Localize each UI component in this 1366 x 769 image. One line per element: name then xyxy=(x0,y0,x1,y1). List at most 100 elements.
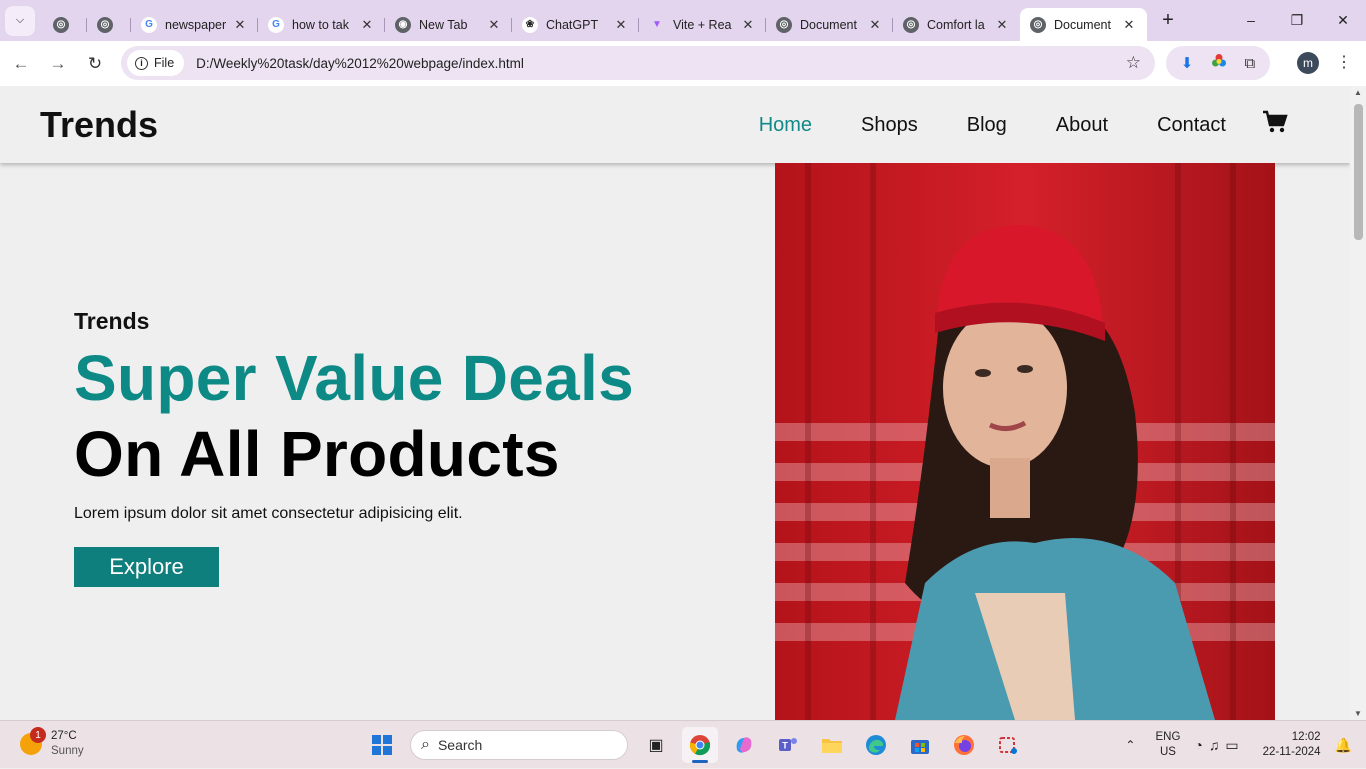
hero-headline-accent: Super Value Deals xyxy=(74,342,635,414)
close-tab-icon[interactable]: ✕ xyxy=(740,17,756,33)
close-tab-icon[interactable]: ✕ xyxy=(994,17,1010,33)
globe-icon: ◎ xyxy=(903,16,919,33)
forward-button[interactable]: → xyxy=(42,48,74,80)
browser-tab[interactable]: ❀ ChatGPT ✕ xyxy=(512,9,639,41)
tab-title: Document xyxy=(800,17,857,32)
nav-link-contact[interactable]: Contact xyxy=(1157,114,1226,137)
globe-icon: ◎ xyxy=(776,16,792,33)
close-tab-icon[interactable]: ✕ xyxy=(486,17,502,33)
site-nav: Home Shops Blog About Contact xyxy=(710,110,1288,141)
hero-text: Trends Super Value Deals On All Products… xyxy=(74,308,634,587)
scrollbar-thumb[interactable] xyxy=(1354,104,1363,240)
browser-tab[interactable]: ◉ New Tab ✕ xyxy=(385,9,512,41)
puzzle-extensions-icon[interactable]: ⧉ xyxy=(1244,55,1255,72)
taskbar-search[interactable]: ⌕ Search xyxy=(410,730,628,760)
tab-search-button[interactable]: ⌵ xyxy=(5,5,35,36)
cart-icon[interactable] xyxy=(1262,110,1288,141)
browser-tab[interactable]: ◎ xyxy=(87,9,131,41)
browser-tab[interactable]: ◎ xyxy=(43,9,87,41)
close-tab-icon[interactable]: ✕ xyxy=(1121,17,1137,33)
task-view-icon[interactable]: ▣ xyxy=(638,727,674,763)
restore-button[interactable]: ❐ xyxy=(1274,0,1320,40)
new-tab-button[interactable]: + xyxy=(1153,6,1183,36)
explore-button[interactable]: Explore xyxy=(74,547,219,587)
show-hidden-icons-chevron-up-icon[interactable]: ⌃ xyxy=(1125,738,1135,752)
tab-title: how to tak xyxy=(292,17,349,32)
svg-text:T: T xyxy=(782,741,788,751)
hero-photo-woman-red-beanie xyxy=(775,163,1275,720)
close-tab-icon[interactable]: ✕ xyxy=(867,17,883,33)
site-info-chip[interactable]: i File xyxy=(127,50,185,76)
browser-tab[interactable]: ◎ Comfort la ✕ xyxy=(893,9,1020,41)
google-icon: G xyxy=(141,16,157,33)
close-window-button[interactable]: ✕ xyxy=(1320,0,1366,40)
browser-tab[interactable]: Gnewspaper ✕ xyxy=(131,9,258,41)
site-logo[interactable]: Trends xyxy=(40,104,158,146)
scroll-up-icon[interactable]: ▲ xyxy=(1354,88,1362,97)
nav-link-home[interactable]: Home xyxy=(759,114,812,137)
nav-link-shops[interactable]: Shops xyxy=(861,114,918,137)
sun-icon: 1 xyxy=(20,727,46,755)
download-icon[interactable]: ⬇ xyxy=(1181,54,1194,72)
copilot-icon[interactable] xyxy=(726,727,762,763)
close-tab-icon[interactable]: ✕ xyxy=(232,17,248,33)
nav-link-about[interactable]: About xyxy=(1056,114,1108,137)
language-line1: ENG xyxy=(1155,731,1181,743)
taskbar-search-placeholder: Search xyxy=(437,737,483,753)
tab-list: ◎ ◎ Gnewspaper ✕ Ghow to tak ✕ ◉ New Tab ✕ ❀ ChatG… xyxy=(43,0,1147,41)
nav-link-blog[interactable]: Blog xyxy=(967,114,1007,137)
browser-tab[interactable]: ▼ Vite + Rea ✕ xyxy=(639,9,766,41)
reload-button[interactable]: ↻ xyxy=(79,48,111,80)
minimize-button[interactable]: – xyxy=(1228,0,1274,40)
bookmark-star-icon[interactable]: ☆ xyxy=(1126,53,1141,73)
hero-kicker: Trends xyxy=(74,308,150,334)
search-icon: ⌕ xyxy=(421,736,430,753)
scroll-down-icon[interactable]: ▼ xyxy=(1354,709,1362,718)
globe-icon: ◎ xyxy=(1030,16,1046,33)
language-indicator[interactable]: ENG US xyxy=(1155,730,1180,760)
windows-taskbar: 1 27°C Sunny ⌕ Search ▣ T ⌃ ENG US ◔♫▭ 1… xyxy=(0,720,1366,768)
chatgpt-icon: ❀ xyxy=(522,16,538,33)
clock-time: 12:02 xyxy=(1291,731,1321,743)
close-tab-icon[interactable]: ✕ xyxy=(359,17,375,33)
google-icon: G xyxy=(268,16,284,33)
hero-headline: On All Products xyxy=(74,418,560,490)
plus-icon: + xyxy=(1162,9,1174,31)
profile-avatar[interactable]: m xyxy=(1297,52,1319,74)
back-button[interactable]: ← xyxy=(5,48,37,80)
system-tray: ⌃ ENG US ◔♫▭ 12:02 22-11-2024 🔔 xyxy=(1125,721,1366,769)
browser-tab[interactable]: Ghow to tak ✕ xyxy=(258,9,385,41)
notification-bell-icon[interactable]: 🔔 xyxy=(1335,737,1352,754)
weather-condition: Sunny xyxy=(51,745,84,757)
chrome-taskbar-icon[interactable] xyxy=(682,727,718,763)
wifi-volume-battery-icons[interactable]: ◔♫▭ xyxy=(1194,737,1244,754)
clock[interactable]: 12:02 22-11-2024 xyxy=(1263,730,1321,760)
globe-icon: ◎ xyxy=(53,16,69,33)
color-picker-extension-icon[interactable] xyxy=(1211,53,1227,73)
tab-title: newspaper xyxy=(165,17,227,32)
address-bar[interactable]: i File D:/Weekly%20task/day%2012%20webpa… xyxy=(121,46,1155,80)
microsoft-store-icon[interactable] xyxy=(902,727,938,763)
more-menu-icon[interactable]: ⋮ xyxy=(1336,52,1352,72)
arrow-right-icon: → xyxy=(49,53,67,73)
browser-toolbar: ← → ↻ i File D:/Weekly%20task/day%2012%2… xyxy=(0,41,1366,86)
file-explorer-icon[interactable] xyxy=(814,727,850,763)
tab-title: Vite + Rea xyxy=(673,17,732,32)
url-text[interactable]: D:/Weekly%20task/day%2012%20webpage/inde… xyxy=(196,56,524,71)
snipping-tool-icon[interactable] xyxy=(990,727,1026,763)
close-tab-icon[interactable]: ✕ xyxy=(613,17,629,33)
notification-badge: 1 xyxy=(30,727,46,743)
firefox-icon[interactable] xyxy=(946,727,982,763)
browser-tab[interactable]: ◎ Document ✕ xyxy=(1020,8,1147,41)
language-line2: US xyxy=(1159,746,1176,758)
tab-title: New Tab xyxy=(419,17,468,32)
tab-strip: ⌵ ◎ ◎ Gnewspaper ✕ Ghow to tak ✕ ◉ New Tab ✕ ❀ Cha… xyxy=(0,0,1366,41)
chrome-icon: ◉ xyxy=(395,16,411,33)
browser-tab[interactable]: ◎ Document ✕ xyxy=(766,9,893,41)
edge-icon[interactable] xyxy=(858,727,894,763)
windows-start-icon[interactable] xyxy=(364,727,400,763)
weather-widget[interactable]: 1 27°C Sunny xyxy=(20,727,84,759)
page-scrollbar[interactable]: ▲ ▼ xyxy=(1350,86,1366,720)
teams-icon[interactable]: T xyxy=(770,727,806,763)
site-info-label: File xyxy=(154,56,175,70)
